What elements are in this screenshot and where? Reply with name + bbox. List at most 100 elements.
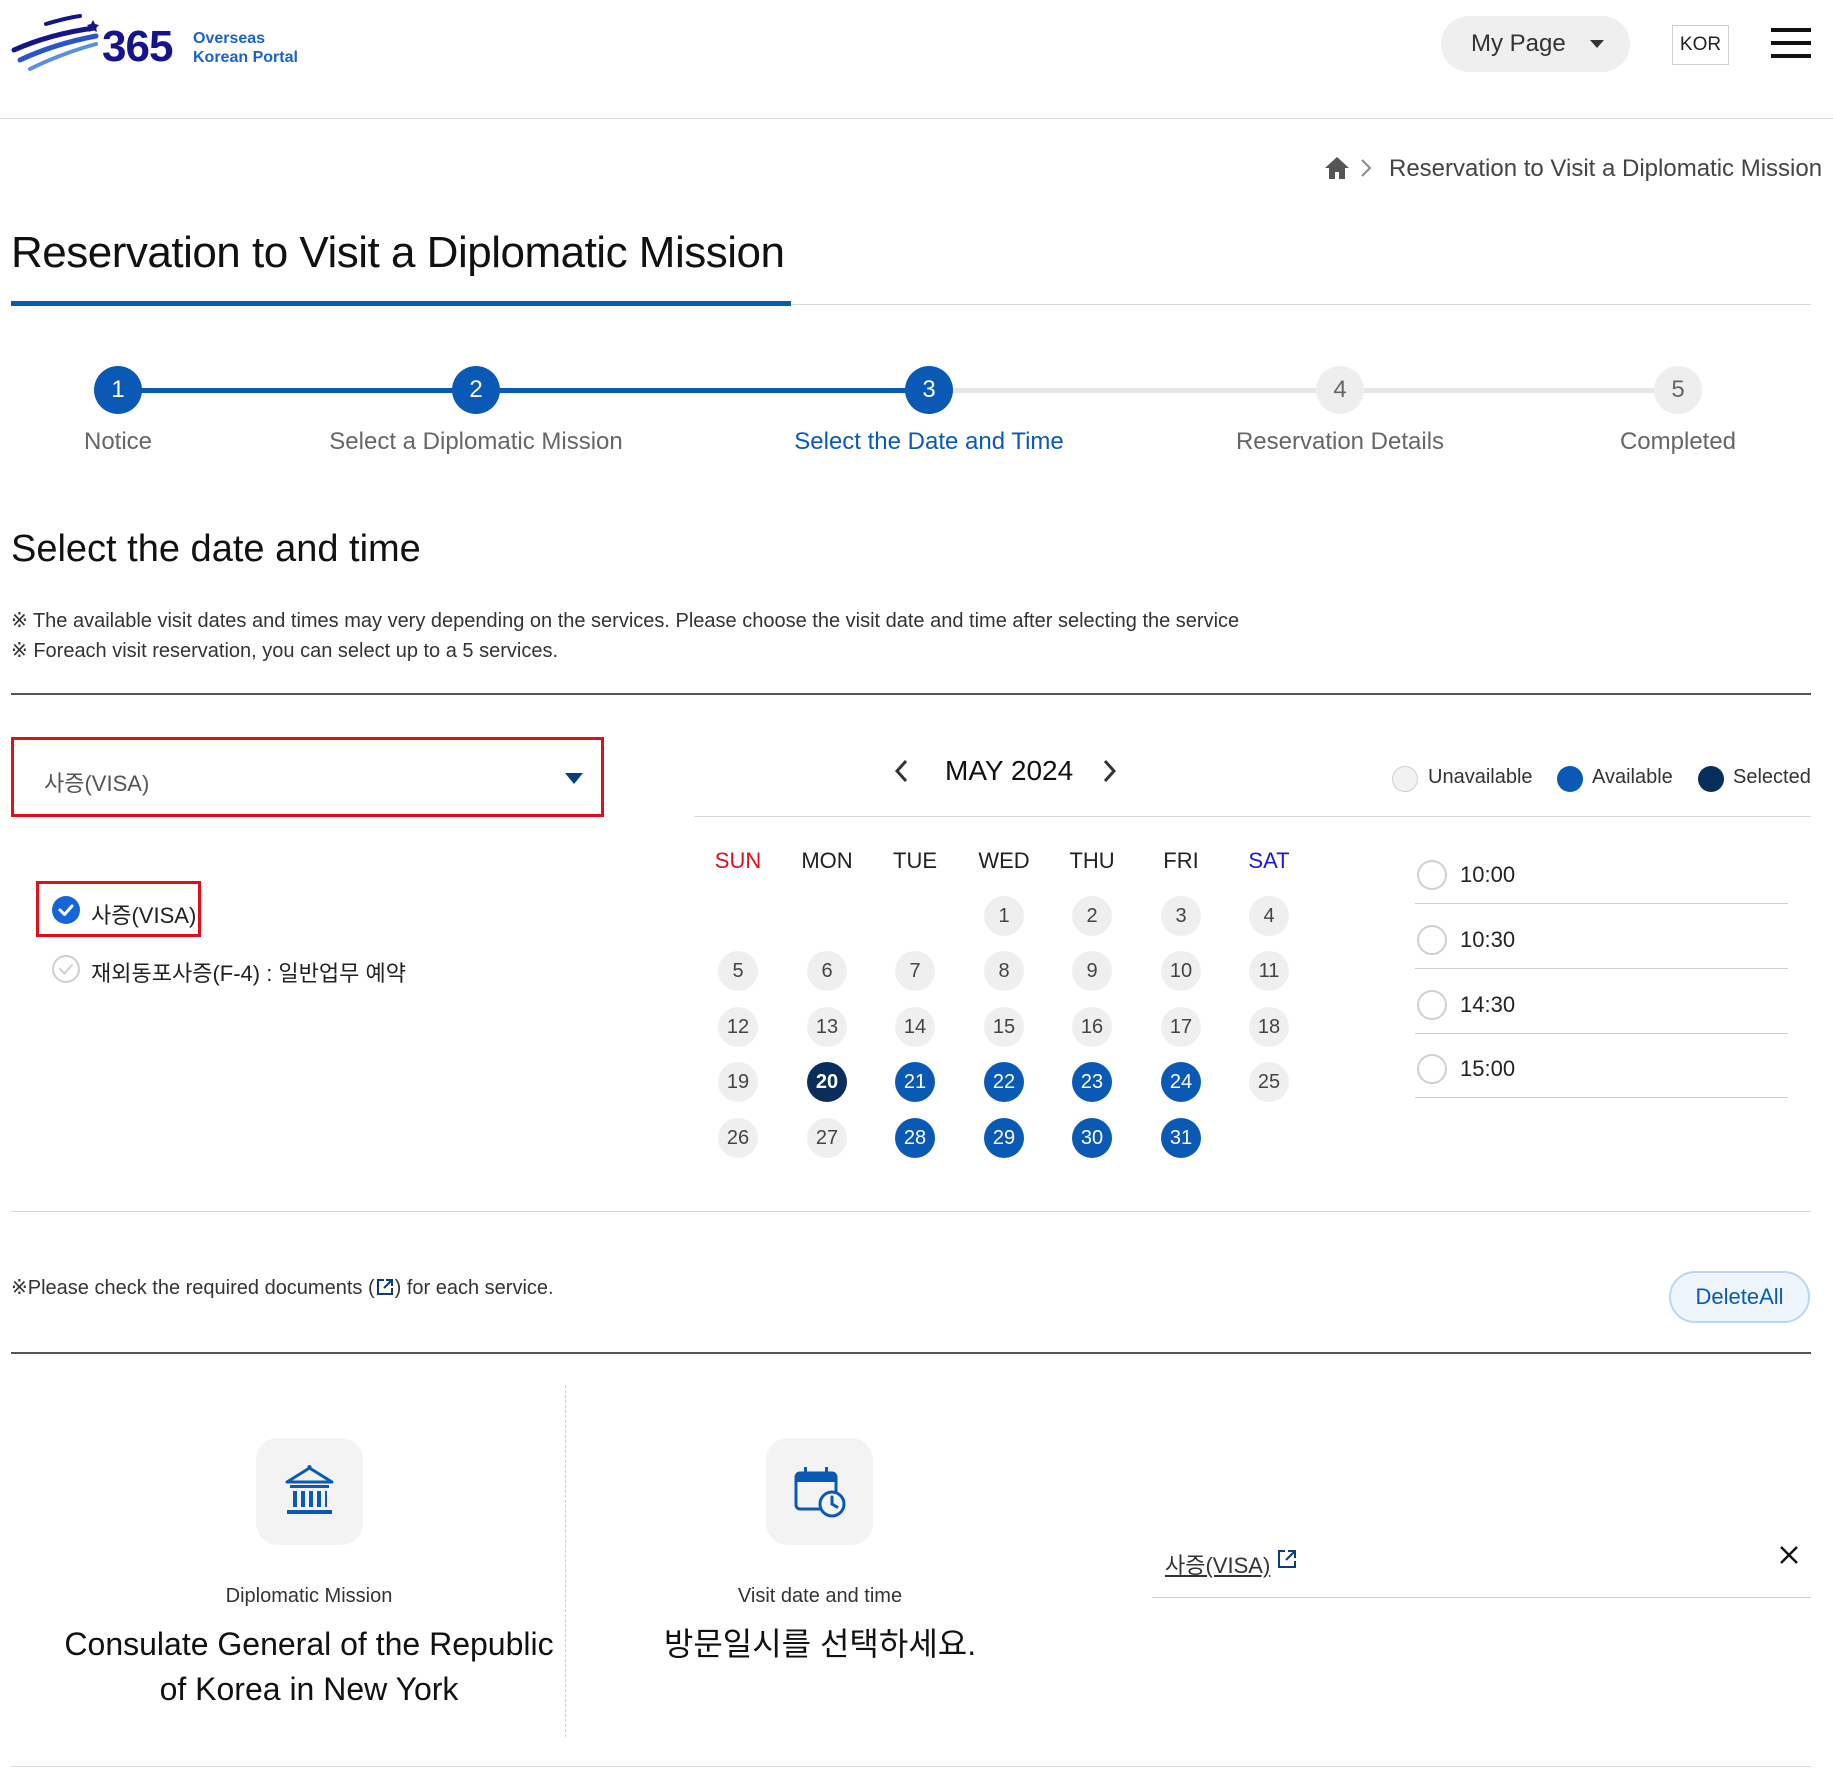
step-3-label: Select the Date and Time [794, 428, 1064, 455]
radio-icon[interactable] [1417, 1054, 1447, 1084]
my-page-dropdown[interactable]: My Page [1441, 16, 1630, 72]
step-2-label: Select a Diplomatic Mission [329, 428, 623, 455]
calendar-day-unavailable: 9 [1072, 951, 1112, 991]
step-4-label: Reservation Details [1235, 428, 1445, 455]
calendar-day-unavailable: 25 [1249, 1062, 1289, 1102]
chevron-right-icon [1361, 159, 1372, 177]
stepper-progress-line [118, 388, 928, 393]
breadcrumb-current: Reservation to Visit a Diplomatic Missio… [1389, 155, 1823, 182]
prev-month-icon[interactable] [890, 757, 914, 785]
legend-selected-dot [1698, 766, 1724, 792]
logo-text: Overseas Korean Portal [193, 29, 298, 67]
summary-divider [11, 1352, 1811, 1354]
time-slot[interactable]: 10:30 [1415, 905, 1788, 969]
next-month-icon[interactable] [1097, 757, 1121, 785]
weekday-header: SUN [714, 848, 762, 873]
step-1-label: Notice [83, 428, 153, 455]
title-underline [11, 301, 791, 306]
calendar-day-unavailable: 10 [1161, 951, 1201, 991]
calendar-day-selected[interactable]: 20 [807, 1062, 847, 1102]
step-2-circle: 2 [452, 366, 500, 414]
calendar-day-unavailable: 16 [1072, 1007, 1112, 1047]
page-title: Reservation to Visit a Diplomatic Missio… [11, 228, 785, 277]
caret-down-icon [565, 773, 583, 784]
service-select[interactable]: 사증(VISA) [11, 737, 604, 817]
site-header: 365 Overseas Korean Portal My Page KOR [0, 0, 1833, 119]
delete-all-button[interactable]: DeleteAll [1669, 1271, 1810, 1323]
calendar-divider [694, 816, 1811, 817]
external-link-icon[interactable] [1276, 1548, 1298, 1570]
documents-note-suffix: ) for each service. [394, 1277, 554, 1299]
home-icon[interactable] [1324, 156, 1350, 180]
calendar-day-available[interactable]: 28 [895, 1118, 935, 1158]
notice-text-2: ※ Foreach visit reservation, you can sel… [11, 640, 559, 662]
weekday-header: MON [801, 848, 853, 873]
calendar-day-unavailable: 3 [1161, 896, 1201, 936]
calendar-day-unavailable: 15 [984, 1007, 1024, 1047]
hamburger-menu-icon[interactable] [1771, 28, 1811, 60]
step-5-label: Completed [1619, 428, 1737, 455]
checkbox-checked-icon[interactable] [52, 896, 80, 924]
calendar-day-unavailable: 2 [1072, 896, 1112, 936]
checkbox-unchecked-icon[interactable] [52, 955, 80, 983]
stepper-remaining-line [928, 388, 1688, 393]
datetime-icon-box [766, 1438, 873, 1545]
calendar-day-unavailable: 7 [895, 951, 935, 991]
logo-line2: Korean Portal [193, 49, 298, 66]
time-slot-label: 14:30 [1460, 992, 1516, 1017]
weekday-header: FRI [1163, 848, 1199, 873]
service-option-label: 재외동포사증(F-4) : 일반업무 예약 [91, 961, 406, 986]
external-link-icon [376, 1279, 393, 1295]
calendar-day-unavailable: 8 [984, 951, 1024, 991]
building-icon [285, 1465, 334, 1514]
time-slot[interactable]: 15:00 [1415, 1034, 1788, 1098]
logo-number: 365 [102, 22, 173, 71]
selected-service-link[interactable]: 사증(VISA) [1165, 1548, 1270, 1580]
site-logo[interactable]: 365 Overseas Korean Portal [10, 12, 300, 82]
calendar-day-unavailable: 6 [807, 951, 847, 991]
calendar-day-unavailable: 12 [718, 1007, 758, 1047]
step-1-circle: 1 [94, 366, 142, 414]
service-option-label: 사증(VISA) [91, 903, 197, 928]
weekday-header: SAT [1248, 848, 1290, 873]
legend-unavailable: Unavailable [1428, 766, 1533, 788]
language-button[interactable]: KOR [1672, 25, 1729, 65]
calendar-day-available[interactable]: 23 [1072, 1062, 1112, 1102]
weekday-header: TUE [893, 848, 937, 873]
calendar-day-unavailable: 26 [718, 1118, 758, 1158]
calendar-day-available[interactable]: 31 [1161, 1118, 1201, 1158]
calendar-day-unavailable: 5 [718, 951, 758, 991]
caret-down-icon [1590, 40, 1604, 48]
step-3-circle: 3 [905, 366, 953, 414]
calendar-day-unavailable: 1 [984, 896, 1024, 936]
documents-note: ※Please check the required documents ( ) … [11, 1275, 554, 1300]
logo-swoosh-icon [11, 14, 99, 71]
summary-column-divider [565, 1385, 566, 1737]
section-title: Select the date and time [11, 528, 421, 570]
radio-icon[interactable] [1417, 925, 1447, 955]
datetime-label: Visit date and time [737, 1585, 903, 1607]
documents-note-prefix: ※Please check the required documents ( [11, 1277, 375, 1299]
legend-unavailable-dot [1392, 766, 1418, 792]
calendar-day-available[interactable]: 21 [895, 1062, 935, 1102]
weekday-header: THU [1069, 848, 1115, 873]
calendar-day-unavailable: 18 [1249, 1007, 1289, 1047]
close-icon[interactable] [1778, 1544, 1800, 1566]
radio-icon[interactable] [1417, 990, 1447, 1020]
notice-text-1: ※ The available visit dates and times ma… [11, 610, 1240, 632]
calendar-day-unavailable: 13 [807, 1007, 847, 1047]
calendar-day-available[interactable]: 30 [1072, 1118, 1112, 1158]
calendar-day-available[interactable]: 22 [984, 1062, 1024, 1102]
step-4-circle: 4 [1316, 366, 1364, 414]
time-slot[interactable]: 14:30 [1415, 970, 1788, 1034]
time-slot-label: 10:00 [1460, 862, 1516, 887]
service-select-value: 사증(VISA) [44, 771, 150, 796]
time-slot[interactable]: 10:00 [1415, 840, 1788, 904]
mission-value-line1: Consulate General of the Republic [64, 1626, 554, 1662]
calendar-day-available[interactable]: 24 [1161, 1062, 1201, 1102]
legend-available: Available [1592, 766, 1673, 788]
step-5-circle: 5 [1654, 366, 1702, 414]
calendar-day-available[interactable]: 29 [984, 1118, 1024, 1158]
logo-line1: Overseas [193, 30, 266, 47]
radio-icon[interactable] [1417, 860, 1447, 890]
